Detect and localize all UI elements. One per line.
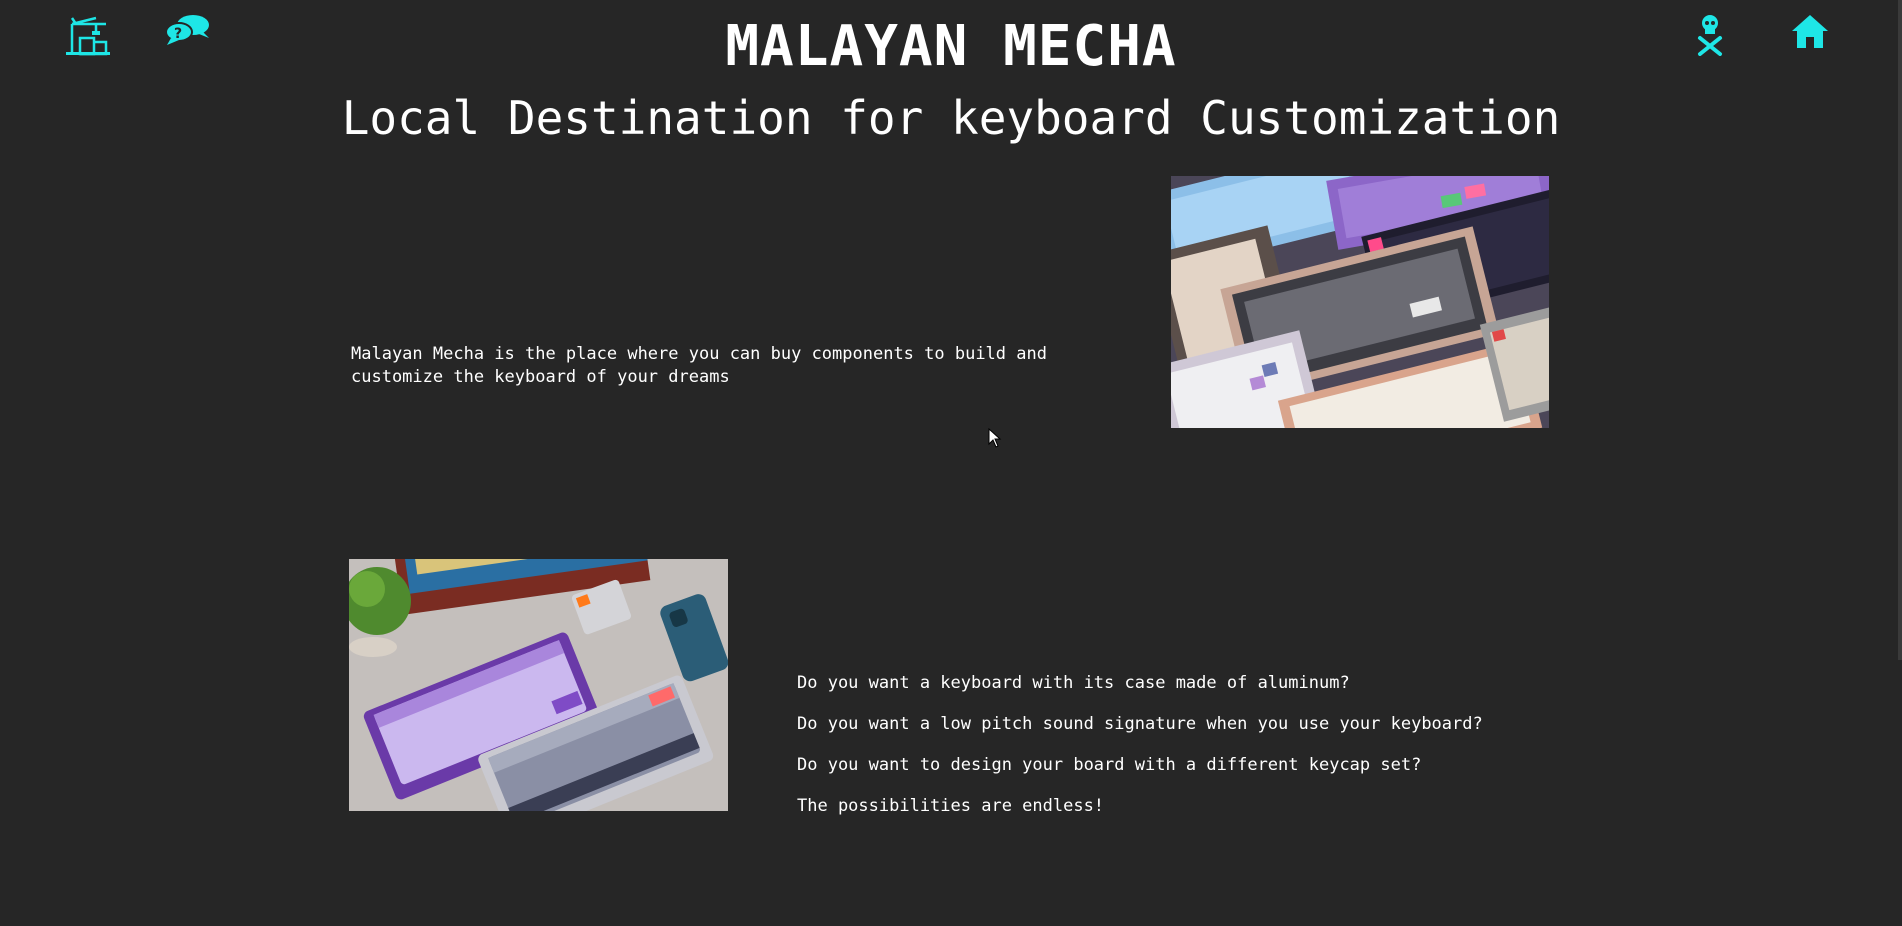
question-sound-signature: Do you want a low pitch sound signature …: [797, 714, 1483, 734]
possibilities-text: The possibilities are endless!: [797, 796, 1105, 816]
mouse-cursor-icon: [988, 427, 1002, 452]
intro-text: Malayan Mecha is the place where you can…: [351, 344, 1047, 387]
skull-crossbones-icon[interactable]: [1695, 14, 1725, 56]
scrollbar[interactable]: [1898, 0, 1902, 660]
page: ? MALAYAN MECHA Local Destination for ke…: [0, 0, 1902, 926]
site-title: MALAYAN MECHA: [725, 14, 1177, 79]
question-aluminum-case: Do you want a keyboard with its case mad…: [797, 673, 1350, 693]
keyboards-grid-photo: [1171, 176, 1549, 428]
home-icon[interactable]: [1790, 13, 1830, 49]
questions-block: Do you want a keyboard with its case mad…: [797, 672, 1597, 836]
keyboards-desk-photo: [349, 559, 728, 811]
site-subtitle: Local Destination for keyboard Customiza…: [341, 91, 1561, 145]
question-keycap-set: Do you want to design your board with a …: [797, 755, 1422, 775]
